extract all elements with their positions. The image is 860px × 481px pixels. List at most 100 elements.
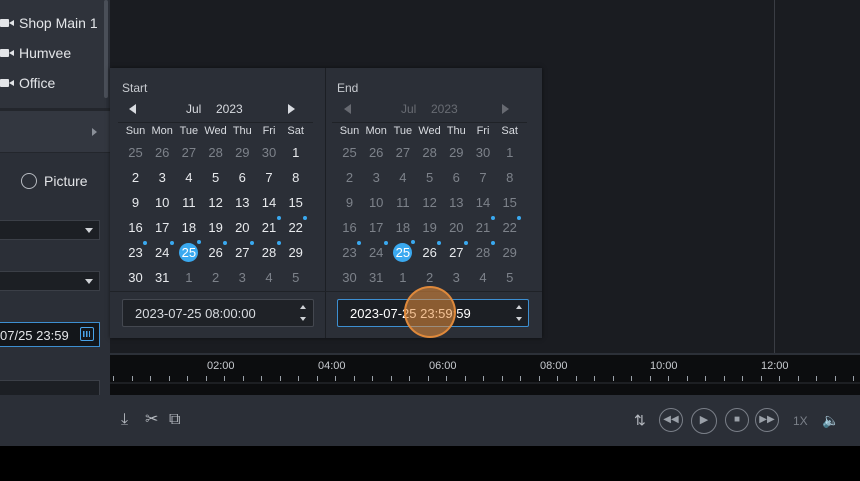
stop-icon[interactable]: ■: [725, 408, 749, 432]
end-day-cell[interactable]: 28: [416, 140, 443, 165]
start-day-cell[interactable]: 31: [149, 265, 176, 290]
camera-item-office[interactable]: Office: [0, 71, 106, 95]
chevron-right-icon[interactable]: [92, 128, 97, 136]
start-day-cell[interactable]: 2: [122, 165, 149, 190]
scissors-icon[interactable]: ✂: [145, 411, 158, 429]
clip-settings-icon[interactable]: ⇅: [634, 411, 646, 429]
end-day-cell[interactable]: 30: [336, 265, 363, 290]
end-day-cell[interactable]: 28: [470, 240, 497, 265]
start-day-cell[interactable]: 20: [229, 215, 256, 240]
end-day-cell[interactable]: 17: [363, 215, 390, 240]
next-month-icon[interactable]: [288, 104, 295, 114]
end-day-cell[interactable]: 31: [363, 265, 390, 290]
start-day-cell[interactable]: 13: [229, 190, 256, 215]
volume-icon[interactable]: 🔈: [822, 411, 839, 429]
end-day-cell[interactable]: 6: [443, 165, 470, 190]
end-day-cell[interactable]: 25: [336, 140, 363, 165]
end-day-cell[interactable]: 12: [416, 190, 443, 215]
start-day-cell[interactable]: 14: [256, 190, 283, 215]
end-day-cell[interactable]: 4: [470, 265, 497, 290]
camera-list-scrollbar[interactable]: [104, 0, 108, 98]
calendar-icon[interactable]: [80, 327, 94, 341]
start-day-cell[interactable]: 1: [282, 140, 309, 165]
start-day-cell[interactable]: 11: [175, 190, 202, 215]
end-day-cell[interactable]: 27: [389, 140, 416, 165]
start-day-cell[interactable]: 7: [256, 165, 283, 190]
end-day-cell[interactable]: 2: [336, 165, 363, 190]
end-day-cell[interactable]: 18: [389, 215, 416, 240]
start-day-cell[interactable]: 4: [175, 165, 202, 190]
start-day-cell[interactable]: 24: [149, 240, 176, 265]
start-day-cell[interactable]: 27: [229, 240, 256, 265]
start-day-cell[interactable]: 9: [122, 190, 149, 215]
end-day-cell[interactable]: 13: [443, 190, 470, 215]
start-day-cell[interactable]: 28: [202, 140, 229, 165]
end-day-cell[interactable]: 9: [336, 190, 363, 215]
stream-dropdown[interactable]: [0, 271, 100, 291]
start-day-cell[interactable]: 4: [256, 265, 283, 290]
start-day-cell[interactable]: 29: [282, 240, 309, 265]
end-day-cell[interactable]: 15: [496, 190, 523, 215]
start-day-cell[interactable]: 21: [256, 215, 283, 240]
start-day-cell[interactable]: 27: [175, 140, 202, 165]
start-year[interactable]: 2023: [216, 102, 243, 116]
speed-label[interactable]: 1X: [793, 412, 808, 430]
start-day-cell[interactable]: 1: [175, 265, 202, 290]
end-day-cell[interactable]: 26: [363, 140, 390, 165]
start-day-cell[interactable]: 22: [282, 215, 309, 240]
end-month[interactable]: Jul: [401, 102, 416, 116]
start-day-cell[interactable]: 12: [202, 190, 229, 215]
start-day-cell[interactable]: 17: [149, 215, 176, 240]
start-day-cell[interactable]: 3: [229, 265, 256, 290]
camera-item-humvee[interactable]: Humvee: [0, 41, 106, 65]
prev-month-icon[interactable]: [129, 104, 136, 114]
forward-icon[interactable]: ▶▶: [755, 408, 779, 432]
end-day-cell[interactable]: 3: [363, 165, 390, 190]
start-day-cell[interactable]: 30: [122, 265, 149, 290]
start-day-cell[interactable]: 30: [256, 140, 283, 165]
end-day-cell[interactable]: 1: [496, 140, 523, 165]
snapshot-icon[interactable]: ⧉: [169, 411, 180, 429]
download-icon[interactable]: ⤓: [121, 411, 128, 429]
end-day-cell[interactable]: 27: [443, 240, 470, 265]
rewind-icon[interactable]: ◀◀: [659, 408, 683, 432]
start-day-cell[interactable]: 26: [202, 240, 229, 265]
end-day-cell[interactable]: 29: [496, 240, 523, 265]
start-day-cell[interactable]: 26: [149, 140, 176, 165]
end-day-cell[interactable]: 24: [363, 240, 390, 265]
start-day-cell[interactable]: 8: [282, 165, 309, 190]
next-month-icon[interactable]: [502, 104, 509, 114]
start-datetime-input[interactable]: 2023-07-25 08:00:00: [122, 299, 314, 327]
end-day-cell[interactable]: 11: [389, 190, 416, 215]
end-day-cell[interactable]: 25: [389, 240, 416, 265]
camera-item-shop-main-1[interactable]: Shop Main 1: [0, 11, 106, 35]
start-day-cell[interactable]: 16: [122, 215, 149, 240]
end-day-cell[interactable]: 20: [443, 215, 470, 240]
end-day-cell[interactable]: 7: [470, 165, 497, 190]
prev-month-icon[interactable]: [344, 104, 351, 114]
end-day-cell[interactable]: 26: [416, 240, 443, 265]
start-day-cell[interactable]: 19: [202, 215, 229, 240]
end-time-spinner-icon[interactable]: [516, 305, 524, 321]
end-day-cell[interactable]: 21: [470, 215, 497, 240]
end-day-cell[interactable]: 3: [443, 265, 470, 290]
end-day-cell[interactable]: 4: [389, 165, 416, 190]
end-day-cell[interactable]: 23: [336, 240, 363, 265]
start-day-cell[interactable]: 29: [229, 140, 256, 165]
start-day-cell[interactable]: 18: [175, 215, 202, 240]
end-day-cell[interactable]: 16: [336, 215, 363, 240]
start-day-cell[interactable]: 25: [175, 240, 202, 265]
end-day-cell[interactable]: 30: [470, 140, 497, 165]
picture-radio[interactable]: [21, 173, 37, 189]
start-day-cell[interactable]: 6: [229, 165, 256, 190]
start-day-cell[interactable]: 25: [122, 140, 149, 165]
start-day-cell[interactable]: 2: [202, 265, 229, 290]
end-day-cell[interactable]: 2: [416, 265, 443, 290]
start-day-cell[interactable]: 15: [282, 190, 309, 215]
start-day-cell[interactable]: 23: [122, 240, 149, 265]
start-day-cell[interactable]: 3: [149, 165, 176, 190]
end-day-cell[interactable]: 8: [496, 165, 523, 190]
start-month[interactable]: Jul: [186, 102, 201, 116]
end-day-cell[interactable]: 29: [443, 140, 470, 165]
start-day-cell[interactable]: 28: [256, 240, 283, 265]
